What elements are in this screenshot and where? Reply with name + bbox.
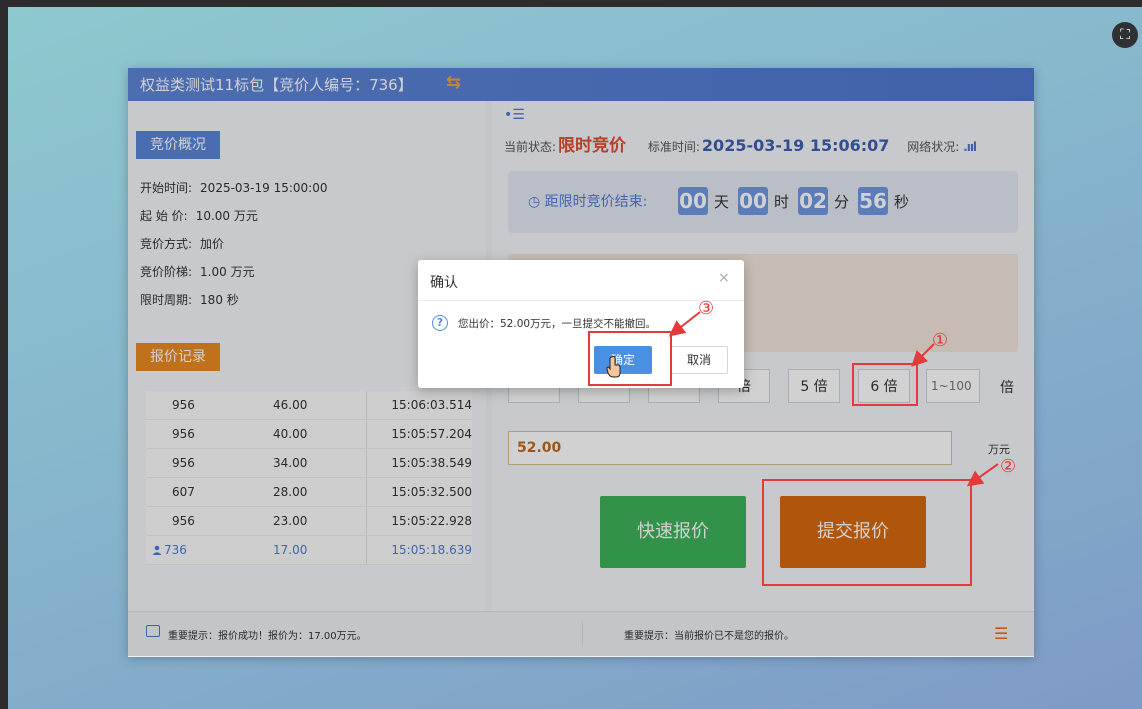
annotation-number-1: ① xyxy=(932,330,949,351)
dialog-title: 确认 xyxy=(430,275,458,291)
annotation-number-3: ③ xyxy=(698,298,715,319)
screen-left-border xyxy=(0,0,8,709)
dialog-message: 您出价：52.00万元，一旦提交不能撤回。 xyxy=(458,318,657,330)
annotation-box-1 xyxy=(852,363,918,406)
confirm-cancel-button[interactable]: 取消 xyxy=(670,346,728,374)
question-icon: ? xyxy=(432,315,448,331)
confirm-dialog: 确认 × ? 您出价：52.00万元，一旦提交不能撤回。 确定 取消 xyxy=(418,260,744,388)
screen-top-border xyxy=(0,0,1142,7)
annotation-number-2: ② xyxy=(1000,456,1017,477)
close-icon[interactable]: × xyxy=(718,270,730,286)
annotation-box-3 xyxy=(588,331,672,386)
dialog-divider xyxy=(418,300,744,301)
fullscreen-icon[interactable]: ⛶ xyxy=(1112,22,1138,48)
annotation-box-2 xyxy=(762,479,972,586)
